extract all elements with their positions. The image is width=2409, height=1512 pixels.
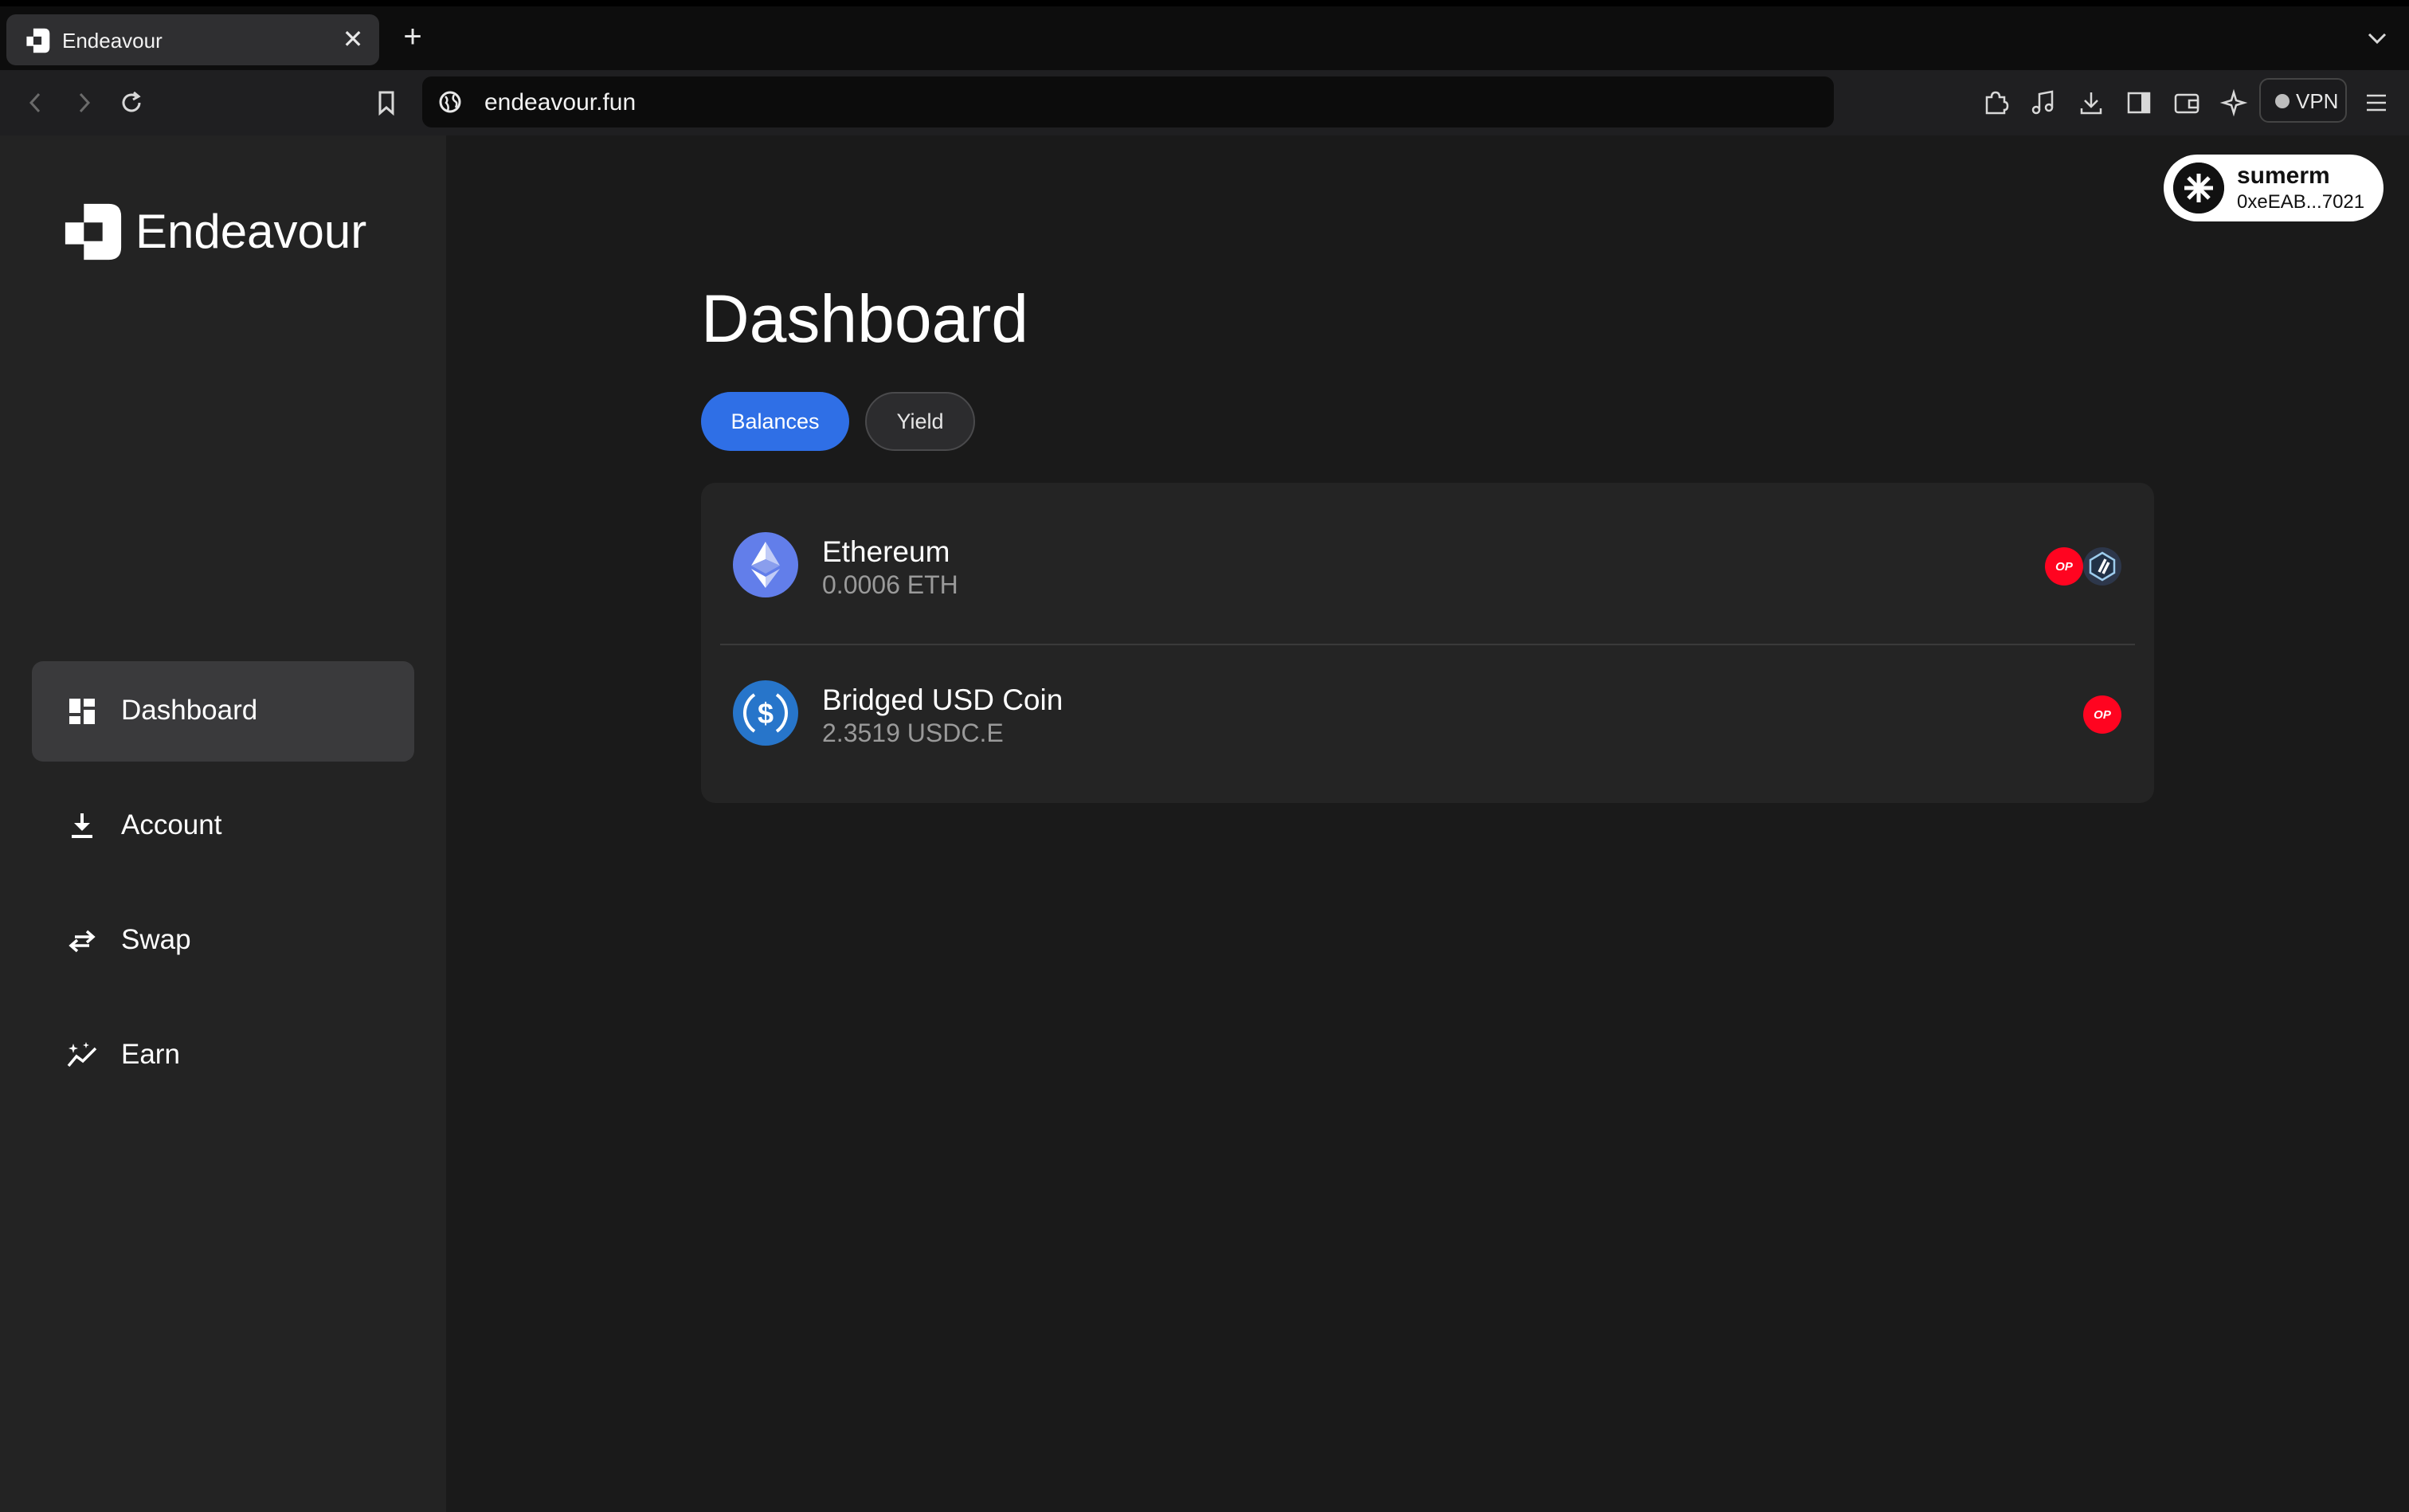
balances-card: Ethereum 0.0006 ETH OP $ Bridged USD Coi… bbox=[701, 483, 2154, 803]
wallet-address: 0xeEAB...7021 bbox=[2237, 191, 2365, 213]
menu-icon[interactable] bbox=[2360, 86, 2393, 119]
endeavour-logo-icon bbox=[65, 203, 122, 260]
sidebar-item-label: Dashboard bbox=[121, 695, 258, 726]
ethereum-icon bbox=[733, 532, 798, 597]
close-tab-icon[interactable]: ✕ bbox=[338, 24, 368, 54]
back-icon[interactable] bbox=[19, 86, 53, 119]
sidebar-item-earn[interactable]: Earn bbox=[32, 1005, 414, 1106]
sidebar: Endeavour Dashboard Account Swap Earn bbox=[0, 135, 446, 1512]
sidebar-item-swap[interactable]: Swap bbox=[32, 891, 414, 991]
tab-balances[interactable]: Balances bbox=[701, 392, 849, 451]
browser-toolbar: endeavour.fun VPN bbox=[0, 70, 2409, 135]
wallet-icon[interactable] bbox=[2170, 86, 2203, 119]
tab-yield[interactable]: Yield bbox=[865, 392, 975, 451]
sidebar-item-label: Earn bbox=[121, 1039, 180, 1070]
token-name: Ethereum bbox=[822, 535, 950, 568]
optimism-chain-icon: OP bbox=[2045, 547, 2083, 586]
vpn-status-icon bbox=[2275, 94, 2290, 108]
extensions-puzzle-icon[interactable] bbox=[1979, 86, 2012, 119]
vpn-button[interactable]: VPN bbox=[2259, 78, 2347, 123]
vpn-label: VPN bbox=[2296, 89, 2339, 113]
page-title: Dashboard bbox=[701, 281, 1028, 356]
browser-tab-bar: Endeavour ✕ + bbox=[0, 0, 2409, 70]
sidebar-toggle-icon[interactable] bbox=[2122, 86, 2156, 119]
optimism-badge-text: OP bbox=[2055, 560, 2074, 574]
earn-sparkle-chart-icon bbox=[65, 1039, 99, 1072]
reload-icon[interactable] bbox=[115, 86, 148, 119]
token-row[interactable]: Ethereum 0.0006 ETH OP bbox=[701, 483, 2154, 631]
tab-title: Endeavour bbox=[62, 29, 163, 53]
sidebar-item-label: Swap bbox=[121, 924, 191, 955]
ai-sparkle-icon[interactable] bbox=[2218, 86, 2251, 119]
token-name: Bridged USD Coin bbox=[822, 684, 1063, 716]
globe-icon bbox=[439, 91, 461, 113]
wallet-name: sumerm bbox=[2237, 163, 2330, 189]
wallet-account-button[interactable]: sumerm 0xeEAB...7021 bbox=[2164, 155, 2384, 221]
sidebar-item-dashboard[interactable]: Dashboard bbox=[32, 661, 414, 762]
optimism-chain-icon: OP bbox=[2083, 695, 2121, 734]
url-text: endeavour.fun bbox=[484, 89, 637, 116]
arbitrum-chain-icon bbox=[2083, 547, 2121, 586]
swap-arrows-icon bbox=[65, 924, 99, 958]
brand-name: Endeavour bbox=[135, 205, 367, 258]
svg-text:$: $ bbox=[758, 697, 774, 730]
token-row[interactable]: $ Bridged USD Coin 2.3519 USDC.E OP bbox=[701, 631, 2154, 779]
usdc-icon: $ bbox=[733, 680, 798, 746]
token-amount: 2.3519 USDC.E bbox=[822, 719, 1004, 747]
token-amount: 0.0006 ETH bbox=[822, 570, 958, 599]
sidebar-item-account[interactable]: Account bbox=[32, 776, 414, 876]
download-icon bbox=[65, 809, 99, 843]
browser-tab[interactable]: Endeavour ✕ bbox=[6, 14, 379, 65]
chevron-down-icon[interactable] bbox=[2363, 24, 2391, 53]
endeavour-favicon-icon bbox=[26, 28, 50, 53]
wallet-avatar-icon bbox=[2173, 163, 2224, 213]
sidebar-item-label: Account bbox=[121, 809, 222, 840]
forward-icon[interactable] bbox=[67, 86, 100, 119]
new-tab-button[interactable]: + bbox=[397, 21, 429, 53]
address-bar[interactable]: endeavour.fun bbox=[422, 76, 1834, 127]
music-note-icon[interactable] bbox=[2027, 86, 2060, 119]
bookmark-icon[interactable] bbox=[370, 86, 403, 119]
optimism-badge-text: OP bbox=[2094, 708, 2112, 722]
dashboard-icon bbox=[65, 695, 99, 728]
download-icon[interactable] bbox=[2074, 86, 2108, 119]
